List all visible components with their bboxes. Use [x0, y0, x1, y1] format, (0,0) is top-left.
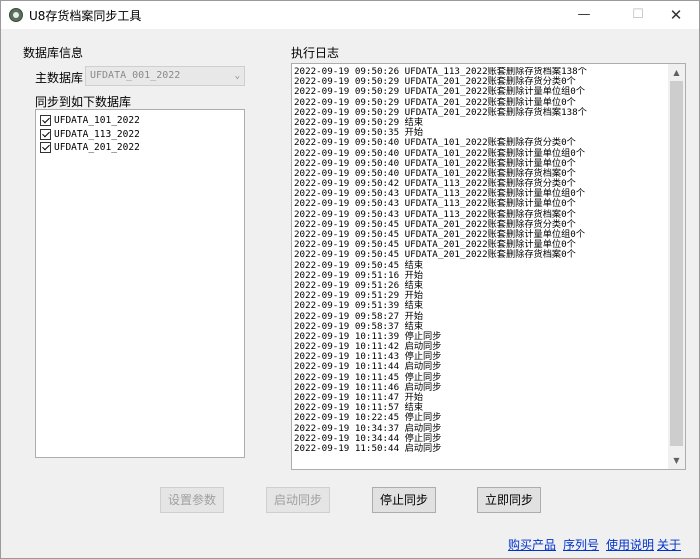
- log-lines: 2022-09-19 09:50:26 UFDATA_113_2022账套删除存…: [294, 67, 667, 454]
- target-db-item[interactable]: UFDATA_113_2022: [36, 128, 244, 142]
- main-db-value: UFDATA_001_2022: [90, 70, 181, 81]
- target-db-list: UFDATA_101_2022 UFDATA_113_2022 UFDATA_2…: [35, 109, 245, 458]
- log-textarea[interactable]: 2022-09-19 09:50:26 UFDATA_113_2022账套删除存…: [291, 63, 686, 470]
- scroll-thumb[interactable]: [670, 81, 683, 446]
- sync-to-label: 同步到如下数据库: [35, 95, 132, 109]
- target-db-name: UFDATA_101_2022: [54, 115, 140, 127]
- title-bar: U8存货档案同步工具 — ☐ ✕: [1, 1, 699, 29]
- log-label: 执行日志: [291, 46, 340, 60]
- scroll-up-arrow-icon[interactable]: ▲: [668, 64, 685, 81]
- chevron-down-icon: ⌄: [234, 71, 240, 81]
- window-title: U8存货档案同步工具: [29, 9, 142, 23]
- help-link[interactable]: 使用说明: [606, 536, 654, 553]
- app-icon: [9, 8, 23, 22]
- target-db-checkbox[interactable]: [40, 115, 51, 127]
- start-sync-button[interactable]: 启动同步: [266, 487, 330, 513]
- close-button[interactable]: ✕: [653, 1, 699, 29]
- stop-sync-button[interactable]: 停止同步: [372, 487, 436, 513]
- target-db-name: UFDATA_201_2022: [54, 142, 140, 154]
- settings-button[interactable]: 设置参数: [160, 487, 224, 513]
- main-db-label: 主数据库: [35, 71, 84, 85]
- log-line: 2022-09-19 09:50:40 UFDATA_101_2022账套删除存…: [294, 137, 576, 149]
- log-line: 2022-09-19 11:50:44 启动同步: [294, 442, 442, 454]
- scroll-down-arrow-icon[interactable]: ▼: [668, 452, 685, 469]
- main-db-select[interactable]: UFDATA_001_2022 ⌄: [85, 66, 245, 86]
- sync-now-button[interactable]: 立即同步: [477, 487, 541, 513]
- serial-number-link[interactable]: 序列号: [563, 536, 599, 553]
- db-info-group-label: 数据库信息: [23, 46, 84, 60]
- main-window: U8存货档案同步工具 — ☐ ✕ 数据库信息 主数据库 UFDATA_001_2…: [0, 0, 700, 559]
- target-db-checkbox[interactable]: [40, 142, 51, 154]
- minimize-button[interactable]: —: [561, 1, 607, 29]
- about-link[interactable]: 关于: [657, 536, 681, 553]
- target-db-item[interactable]: UFDATA_101_2022: [36, 114, 244, 128]
- target-db-item[interactable]: UFDATA_201_2022: [36, 141, 244, 155]
- buy-product-link[interactable]: 购买产品: [508, 536, 556, 553]
- target-db-checkbox[interactable]: [40, 128, 51, 140]
- target-db-name: UFDATA_113_2022: [54, 128, 140, 140]
- log-scrollbar[interactable]: ▲ ▼: [668, 64, 685, 469]
- log-line: 2022-09-19 09:51:39 结束: [294, 300, 424, 312]
